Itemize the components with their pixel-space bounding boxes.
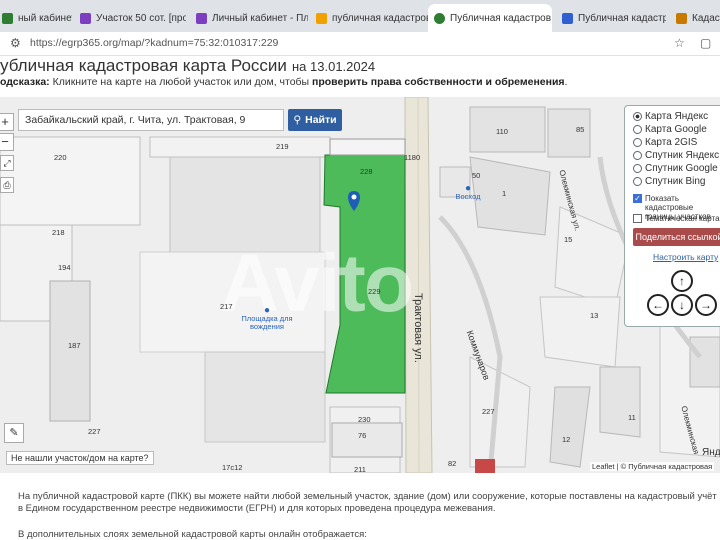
parcel-label: 1180 <box>404 153 421 162</box>
pan-left-arrow-icon[interactable]: ← <box>647 294 669 316</box>
extensions-icon[interactable]: ▢ <box>700 36 711 50</box>
parcel-label: 17с12 <box>222 463 243 472</box>
road-label-traktovaya: Трактовая ул. <box>412 293 424 363</box>
info-section: На публичной кадастровой карте (ПКК) вы … <box>0 473 720 540</box>
parcel-label: 13 <box>590 311 599 320</box>
parcel-label: 227 <box>88 427 101 436</box>
parcel-label: 220 <box>54 153 67 162</box>
browser-tab-bar: ный кабинет - Оц Участок 50 сот. [про Ли… <box>0 0 720 32</box>
url-field[interactable]: https://egrp365.org/map/?kadnum=75:32:01… <box>30 37 278 49</box>
pan-right-arrow-icon[interactable]: → <box>695 294 717 316</box>
cadastral-map[interactable]: Avito 220 219 1180 228 110 85 50 1 218 1… <box>0 97 720 473</box>
parcel-label: 228 <box>360 167 373 176</box>
site-info-icon[interactable]: ⚙ <box>10 36 21 50</box>
layer-option-google-satellite[interactable]: Спутник Google <box>633 163 718 174</box>
browser-tab[interactable]: Публичная кадастров <box>556 4 666 32</box>
zoom-out-button[interactable]: − <box>0 133 14 151</box>
hint-text: одсказка: Кликните на карте на любой уча… <box>0 76 568 88</box>
bookmark-star-icon[interactable]: ☆ <box>674 36 685 50</box>
parcel-label: 230 <box>358 415 371 424</box>
browser-tab[interactable]: Личный кабинет - Пл <box>190 4 308 32</box>
zoom-in-button[interactable]: + <box>0 113 14 131</box>
share-link-button[interactable]: Поделиться ссылкой <box>633 228 720 246</box>
parcel-label: 82 <box>448 459 457 468</box>
search-icon: ⚲ <box>293 114 302 126</box>
parcel-label: 229 <box>368 287 381 296</box>
tab-favicon-icon <box>434 12 445 24</box>
browser-tab[interactable]: Участок 50 сот. [про <box>74 4 186 32</box>
layer-option-yandex-map[interactable]: Карта Яндекс <box>633 111 708 122</box>
parcel-label: 211 <box>354 465 366 473</box>
pan-up-arrow-icon[interactable]: ↑ <box>671 270 693 292</box>
expand-icon[interactable]: ⤢ <box>0 155 14 171</box>
parcel-label: 12 <box>562 435 571 444</box>
not-found-link[interactable]: Не нашли участок/дом на карте? <box>6 451 154 465</box>
browser-tab[interactable]: Кадас <box>670 4 720 32</box>
page-heading: убличная кадастровая карта России на 13.… <box>0 56 720 78</box>
tab-favicon-icon <box>80 12 91 24</box>
layer-option-yandex-satellite[interactable]: Спутник Яндекс <box>633 150 719 161</box>
poi-vosxod[interactable]: ● Восход <box>446 184 490 201</box>
tab-favicon-icon <box>676 12 687 24</box>
draw-pencil-icon[interactable]: ✎ <box>4 423 24 443</box>
thematic-map-checkbox[interactable]: Тематическая карта <box>633 214 720 223</box>
browser-tab-active[interactable]: Публичная кадастров ✕ <box>428 4 552 32</box>
parcel-label: 194 <box>58 263 71 272</box>
parcel-label: 11 <box>628 413 636 422</box>
yandex-logo: Янд <box>702 447 720 458</box>
print-icon[interactable]: ⎙ <box>0 177 14 193</box>
parcel-label: 219 <box>276 142 289 151</box>
tab-favicon-icon <box>316 12 327 24</box>
page-date: на 13.01.2024 <box>292 59 376 74</box>
map-attribution: Leaflet | © Публичная кадастровая <box>590 462 715 471</box>
parcel-label: 15 <box>564 235 573 244</box>
parcel-label: 1 <box>502 189 507 198</box>
page-title: убличная кадастровая карта России <box>0 56 287 75</box>
parcel-label: 50 <box>472 171 481 180</box>
setup-map-link[interactable]: Настроить карту <box>653 252 718 262</box>
layer-option-bing-satellite[interactable]: Спутник Bing <box>633 176 706 187</box>
browser-tab[interactable]: ный кабинет - Оц <box>0 4 72 32</box>
poi-driving-area[interactable]: ● Площадка для вождения <box>232 306 302 331</box>
parcel-label: 217 <box>220 302 233 311</box>
parcel-label: 218 <box>52 228 65 237</box>
tab-favicon-icon <box>196 12 207 24</box>
info-paragraph: На публичной кадастровой карте (ПКК) вы … <box>18 491 717 514</box>
info-paragraph-2: В дополнительных слоях земельной кадастр… <box>18 529 367 540</box>
tab-favicon-icon <box>2 12 13 24</box>
address-bar: ⚙ https://egrp365.org/map/?kadnum=75:32:… <box>0 32 720 56</box>
parcel-label: 85 <box>576 125 585 134</box>
tab-favicon-icon <box>562 12 573 24</box>
parcel-label: 76 <box>358 431 367 440</box>
browser-tab[interactable]: публичная кадастров <box>310 4 428 32</box>
parcel-label: 187 <box>68 341 81 350</box>
layer-option-2gis-map[interactable]: Карта 2GIS <box>633 137 697 148</box>
layer-panel: Карта Яндекс Карта Google Карта 2GIS Спу… <box>624 105 720 327</box>
parcel-label: 110 <box>496 127 508 136</box>
find-button[interactable]: ⚲ Найти <box>288 109 342 131</box>
pan-down-arrow-icon[interactable]: ↓ <box>671 294 693 316</box>
layer-option-google-map[interactable]: Карта Google <box>633 124 707 135</box>
address-search-input[interactable]: Забайкальский край, г. Чита, ул. Трактов… <box>18 109 284 131</box>
parcel-label: 227 <box>482 407 495 416</box>
